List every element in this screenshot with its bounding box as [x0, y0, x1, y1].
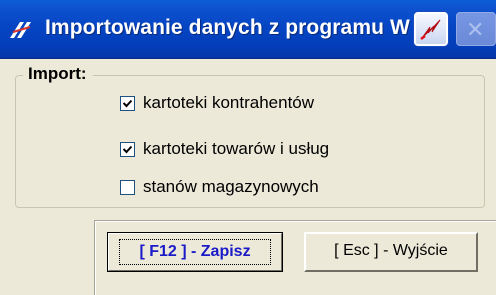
- title-bar[interactable]: Importowanie danych z programu W ✕: [0, 0, 496, 59]
- checkbox-stock-levels[interactable]: [120, 179, 135, 195]
- checkmark-icon: [123, 99, 132, 107]
- exit-button[interactable]: [ Esc ] - Wyjście: [304, 232, 478, 272]
- close-icon: ✕: [466, 18, 485, 43]
- checkbox-goods-services[interactable]: [120, 141, 135, 157]
- import-dialog-window: Importowanie danych z programu W ✕ Impor…: [0, 0, 496, 295]
- checkbox-label-stock-levels: stanów magazynowych: [143, 177, 319, 196]
- titlebar-help-button[interactable]: [414, 12, 448, 46]
- checkbox-label-goods-services: kartoteki towarów i usług: [143, 139, 330, 158]
- window-title: Importowanie danych z programu W: [45, 16, 410, 39]
- titlebar-close-button[interactable]: ✕: [456, 12, 496, 46]
- checkbox-row-goods-services[interactable]: kartoteki towarów i usług: [120, 138, 329, 160]
- save-button[interactable]: [ F12 ] - Zapisz: [107, 232, 283, 272]
- checkbox-contractors[interactable]: [120, 95, 135, 111]
- checkmark-icon: [123, 145, 132, 153]
- checkbox-row-stock-levels[interactable]: stanów magazynowych: [120, 176, 319, 198]
- app-logo-icon: [10, 22, 31, 38]
- checkbox-label-contractors: kartoteki kontrahentów: [143, 93, 315, 112]
- lightning-icon: [420, 19, 441, 40]
- save-button-label: [ F12 ] - Zapisz: [119, 239, 271, 265]
- checkbox-row-contractors[interactable]: kartoteki kontrahentów: [120, 92, 314, 114]
- import-group-legend: Import:: [23, 64, 93, 84]
